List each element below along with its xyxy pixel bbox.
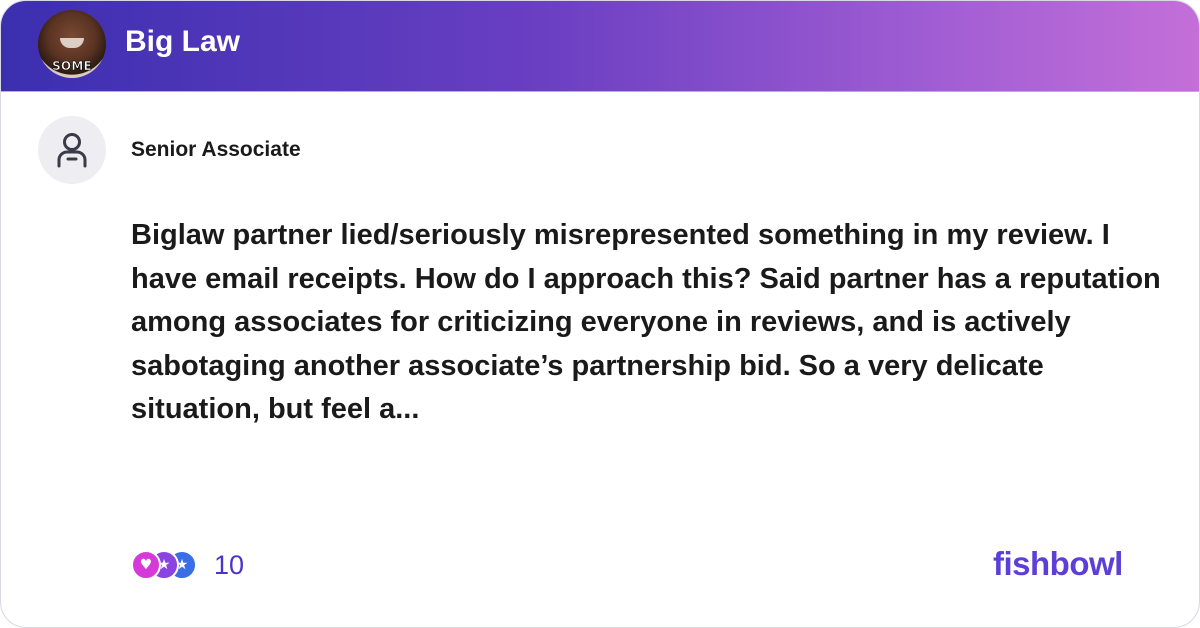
- reaction-count[interactable]: 10: [214, 550, 244, 581]
- group-header: SOME Big Law: [1, 1, 1199, 92]
- heart-reaction-icon: ♥: [131, 550, 161, 580]
- group-title[interactable]: Big Law: [125, 25, 240, 59]
- group-avatar-caption: SOME: [52, 59, 92, 74]
- author-title: Senior Associate: [131, 138, 301, 161]
- avatar-face-detail: [60, 38, 84, 48]
- author-avatar: [38, 116, 106, 184]
- fishbowl-logo[interactable]: fishbowl: [993, 545, 1123, 583]
- post-card[interactable]: SOME Big Law Senior Associate Biglaw par…: [0, 0, 1200, 628]
- user-icon: [57, 133, 87, 168]
- group-avatar: SOME: [38, 10, 106, 78]
- reaction-icons[interactable]: ♥ ★ ★: [131, 548, 201, 582]
- post-body[interactable]: Biglaw partner lied/seriously misreprese…: [131, 214, 1171, 432]
